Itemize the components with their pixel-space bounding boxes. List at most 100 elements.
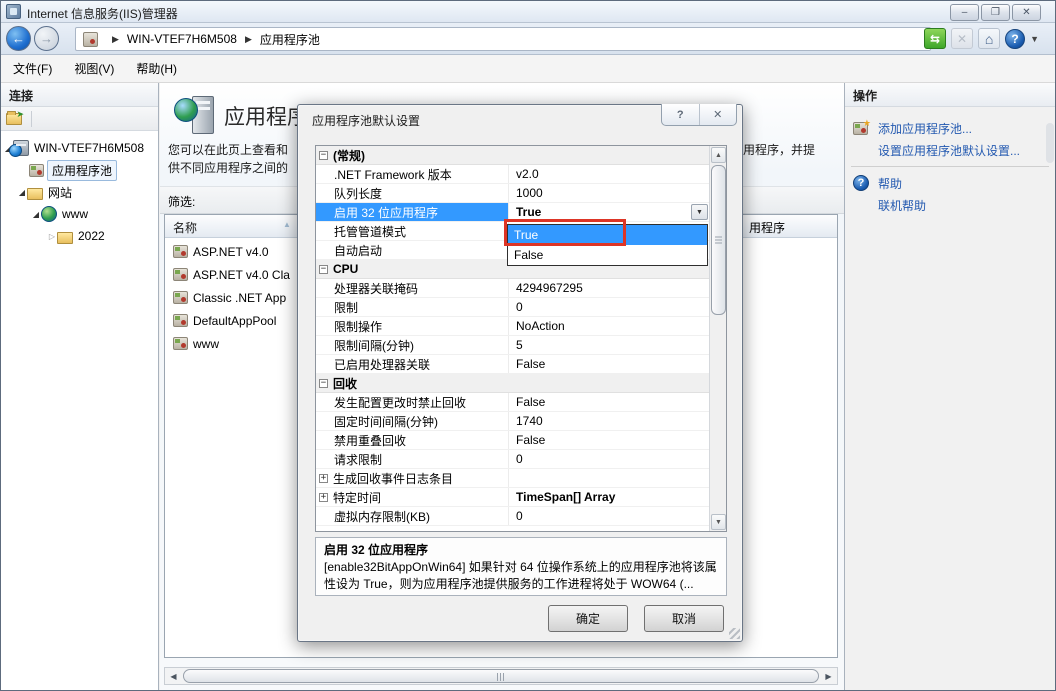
grid-row[interactable]: 虚拟内存限制(KB) 0	[316, 507, 709, 526]
collapse-icon[interactable]: −	[319, 265, 328, 274]
help-icon[interactable]: ?	[1005, 29, 1025, 49]
expand-icon[interactable]: +	[319, 474, 328, 483]
tree-item-sites[interactable]: ◢ 网站	[1, 181, 158, 203]
actions-divider	[851, 166, 1049, 167]
scroll-down-icon[interactable]: ▼	[711, 514, 726, 530]
grid-row[interactable]: 已启用处理器关联 False	[316, 355, 709, 374]
grid-section-row[interactable]: −(常规)	[316, 146, 709, 165]
menu-bar: 文件(F) 视图(V) 帮助(H)	[1, 55, 1055, 83]
breadcrumb[interactable]: ▶ WIN-VTEF7H6M508 ▶ 应用程序池	[75, 27, 931, 51]
tree-item-label[interactable]: WIN-VTEF7H6M508	[34, 141, 144, 155]
action-link[interactable]: 帮助	[878, 175, 902, 192]
scroll-right-icon[interactable]: ▶	[820, 668, 837, 684]
save-connections-icon[interactable]: ➤	[6, 113, 22, 125]
list-item-label[interactable]: www	[193, 337, 219, 351]
grid-row[interactable]: 发生配置更改时禁止回收 False	[316, 393, 709, 412]
home-button[interactable]: ⌂	[978, 28, 1000, 49]
list-item-label[interactable]: Classic .NET App	[193, 291, 286, 305]
grid-row[interactable]: 禁用重叠回收 False	[316, 431, 709, 450]
tree-item-2022[interactable]: ▷ 2022	[1, 225, 158, 247]
grid-row[interactable]: 固定时间间隔(分钟) 1740	[316, 412, 709, 431]
scrollbar-thumb[interactable]	[183, 669, 819, 683]
scroll-left-icon[interactable]: ◀	[165, 668, 182, 684]
folder-icon	[27, 188, 43, 200]
grid-scrollbar[interactable]: ▲ ▼	[709, 146, 726, 531]
grid-row[interactable]: .NET Framework 版本 v2.0	[316, 165, 709, 184]
resize-grip[interactable]	[729, 628, 740, 639]
window-titlebar: Internet 信息服务(IIS)管理器 ‒ ❐ ✕	[1, 1, 1055, 23]
iis-manager-window: Internet 信息服务(IIS)管理器 ‒ ❐ ✕ ← → ▶ WIN-VT…	[0, 0, 1056, 691]
cancel-button[interactable]: 取消	[644, 605, 724, 632]
grid-row-selected[interactable]: 启用 32 位应用程序 True ▼	[316, 203, 709, 222]
menu-help[interactable]: 帮助(H)	[126, 56, 187, 81]
back-button[interactable]: ←	[6, 26, 31, 51]
toolbar-divider	[31, 111, 32, 127]
grid-row-expandable[interactable]: +生成回收事件日志条目	[316, 469, 709, 488]
grid-row[interactable]: 限制间隔(分钟) 5	[316, 336, 709, 355]
actions-header: 操作	[845, 83, 1055, 107]
breadcrumb-server[interactable]: WIN-VTEF7H6M508	[127, 32, 237, 46]
apppool-icon	[29, 164, 44, 177]
collapse-icon[interactable]: −	[319, 151, 328, 160]
grid-section-row[interactable]: −回收	[316, 374, 709, 393]
list-item-label[interactable]: DefaultAppPool	[193, 314, 276, 328]
property-description-body: [enable32BitAppOnWin64] 如果针对 64 位操作系统上的应…	[324, 559, 718, 593]
dropdown-option-true[interactable]: True	[508, 225, 707, 245]
close-button[interactable]: ✕	[1012, 4, 1041, 21]
tree-item-label[interactable]: 应用程序池	[47, 160, 117, 181]
action-link[interactable]: 联机帮助	[878, 197, 926, 214]
action-online-help[interactable]: 联机帮助	[845, 194, 1055, 216]
actions-panel: 操作 ★ 添加应用程序池... 设置应用程序池默认设置... ? 帮助 联机帮助	[844, 83, 1055, 690]
tree-item-www[interactable]: ◢ www	[1, 203, 158, 225]
dialog-close-button[interactable]: ✕	[699, 104, 737, 125]
horizontal-scrollbar[interactable]: ◀ ▶	[164, 667, 838, 685]
menu-view[interactable]: 视图(V)	[64, 56, 124, 81]
combo-dropdown-button[interactable]: ▼	[691, 204, 708, 220]
dropdown-option-false[interactable]: False	[508, 245, 707, 265]
apppool-icon	[173, 268, 188, 281]
dialog-help-button[interactable]: ?	[662, 104, 699, 125]
menu-file[interactable]: 文件(F)	[3, 56, 62, 81]
action-link[interactable]: 添加应用程序池...	[878, 120, 972, 137]
collapse-icon[interactable]: −	[319, 379, 328, 388]
action-link[interactable]: 设置应用程序池默认设置...	[878, 142, 1020, 159]
app-window-icon	[6, 4, 21, 19]
apppools-page-icon	[174, 96, 216, 138]
tree-item-label[interactable]: 网站	[48, 184, 72, 201]
grid-row[interactable]: 限制 0	[316, 298, 709, 317]
expand-icon[interactable]: +	[319, 493, 328, 502]
tree-expander-icon[interactable]: ◢	[31, 210, 41, 219]
list-item-label[interactable]: ASP.NET v4.0	[193, 245, 269, 259]
apppool-icon	[173, 314, 188, 327]
action-set-defaults[interactable]: 设置应用程序池默认设置...	[845, 139, 1055, 161]
grid-row[interactable]: 请求限制 0	[316, 450, 709, 469]
minimize-button[interactable]: ‒	[950, 4, 979, 21]
column-applications-fragment[interactable]: 用程序	[742, 219, 785, 235]
tree-item-label[interactable]: www	[62, 207, 88, 221]
chevron-down-icon[interactable]: ▼	[1030, 34, 1039, 44]
property-description: 启用 32 位应用程序 [enable32BitAppOnWin64] 如果针对…	[315, 537, 727, 596]
site-icon	[83, 32, 98, 47]
list-item-label[interactable]: ASP.NET v4.0 Cla	[193, 268, 290, 282]
action-add-apppool[interactable]: ★ 添加应用程序池...	[845, 117, 1055, 139]
filter-label: 筛选:	[168, 193, 195, 210]
scrollbar-thumb[interactable]	[711, 165, 726, 315]
grid-row[interactable]: 限制操作 NoAction	[316, 317, 709, 336]
breadcrumb-page[interactable]: 应用程序池	[260, 31, 320, 48]
tree-item-server[interactable]: ◢ WIN-VTEF7H6M508	[1, 137, 158, 159]
actions-scrollbar-thumb[interactable]	[1046, 123, 1054, 163]
ok-button[interactable]: 确定	[548, 605, 628, 632]
tree-item-label[interactable]: 2022	[78, 229, 105, 243]
grid-row[interactable]: 队列长度 1000	[316, 184, 709, 203]
tree-expander-icon[interactable]: ▷	[47, 232, 57, 241]
action-help[interactable]: ? 帮助	[845, 172, 1055, 194]
scroll-up-icon[interactable]: ▲	[711, 147, 726, 163]
refresh-button[interactable]: ⇆	[924, 28, 946, 49]
forward-button[interactable]: →	[34, 26, 59, 51]
tree-item-apppools[interactable]: 应用程序池	[1, 159, 158, 181]
column-name[interactable]: 名称	[173, 219, 197, 236]
grid-row[interactable]: 处理器关联掩码 4294967295	[316, 279, 709, 298]
grid-row-expandable[interactable]: +特定时间 TimeSpan[] Array	[316, 488, 709, 507]
maximize-button[interactable]: ❐	[981, 4, 1010, 21]
tree-expander-icon[interactable]: ◢	[17, 188, 27, 197]
